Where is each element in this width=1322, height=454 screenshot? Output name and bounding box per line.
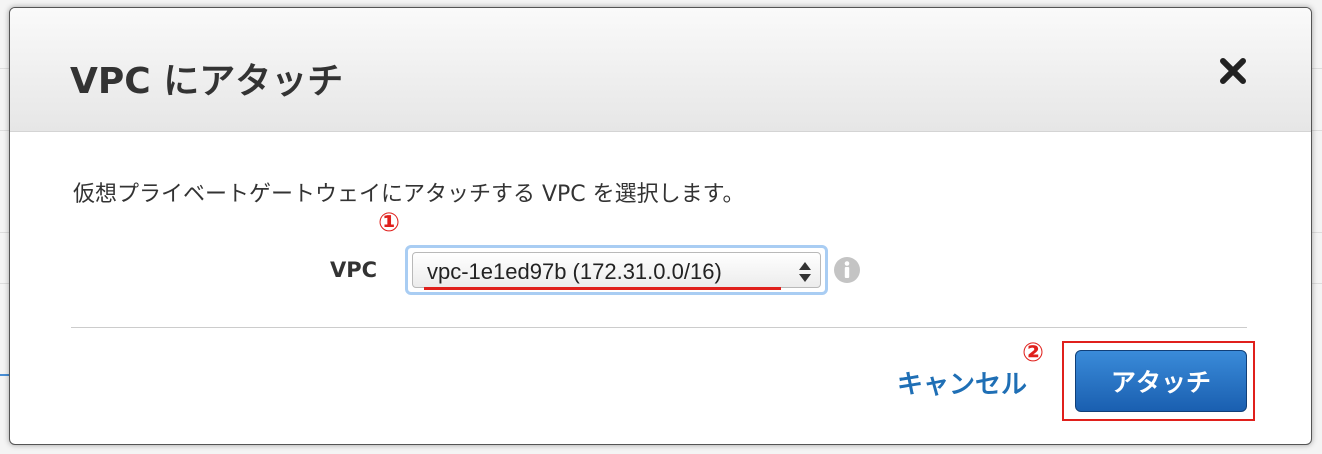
vpc-select-value: vpc-1e1ed97b (172.31.0.0/16) bbox=[427, 259, 722, 284]
annotation-marker-1: ① bbox=[378, 208, 401, 238]
vpc-field-label: VPC bbox=[330, 258, 378, 282]
chevron-up-down-icon bbox=[798, 261, 812, 283]
footer-divider bbox=[71, 327, 1247, 328]
attach-button[interactable]: アタッチ bbox=[1075, 350, 1247, 412]
annotation-underline bbox=[424, 287, 781, 290]
close-icon[interactable] bbox=[1217, 55, 1249, 87]
vpc-select[interactable]: vpc-1e1ed97b (172.31.0.0/16) bbox=[412, 252, 821, 288]
dialog-description: 仮想プライベートゲートウェイにアタッチする VPC を選択します。 bbox=[73, 182, 745, 207]
dialog-title: VPC にアタッチ bbox=[70, 61, 344, 102]
attach-vpc-dialog: VPC にアタッチ 仮想プライベートゲートウェイにアタッチする VPC を選択し… bbox=[9, 7, 1312, 445]
cancel-button[interactable]: キャンセル bbox=[897, 364, 1027, 401]
info-icon[interactable] bbox=[833, 256, 861, 284]
dialog-header: VPC にアタッチ bbox=[10, 8, 1311, 132]
